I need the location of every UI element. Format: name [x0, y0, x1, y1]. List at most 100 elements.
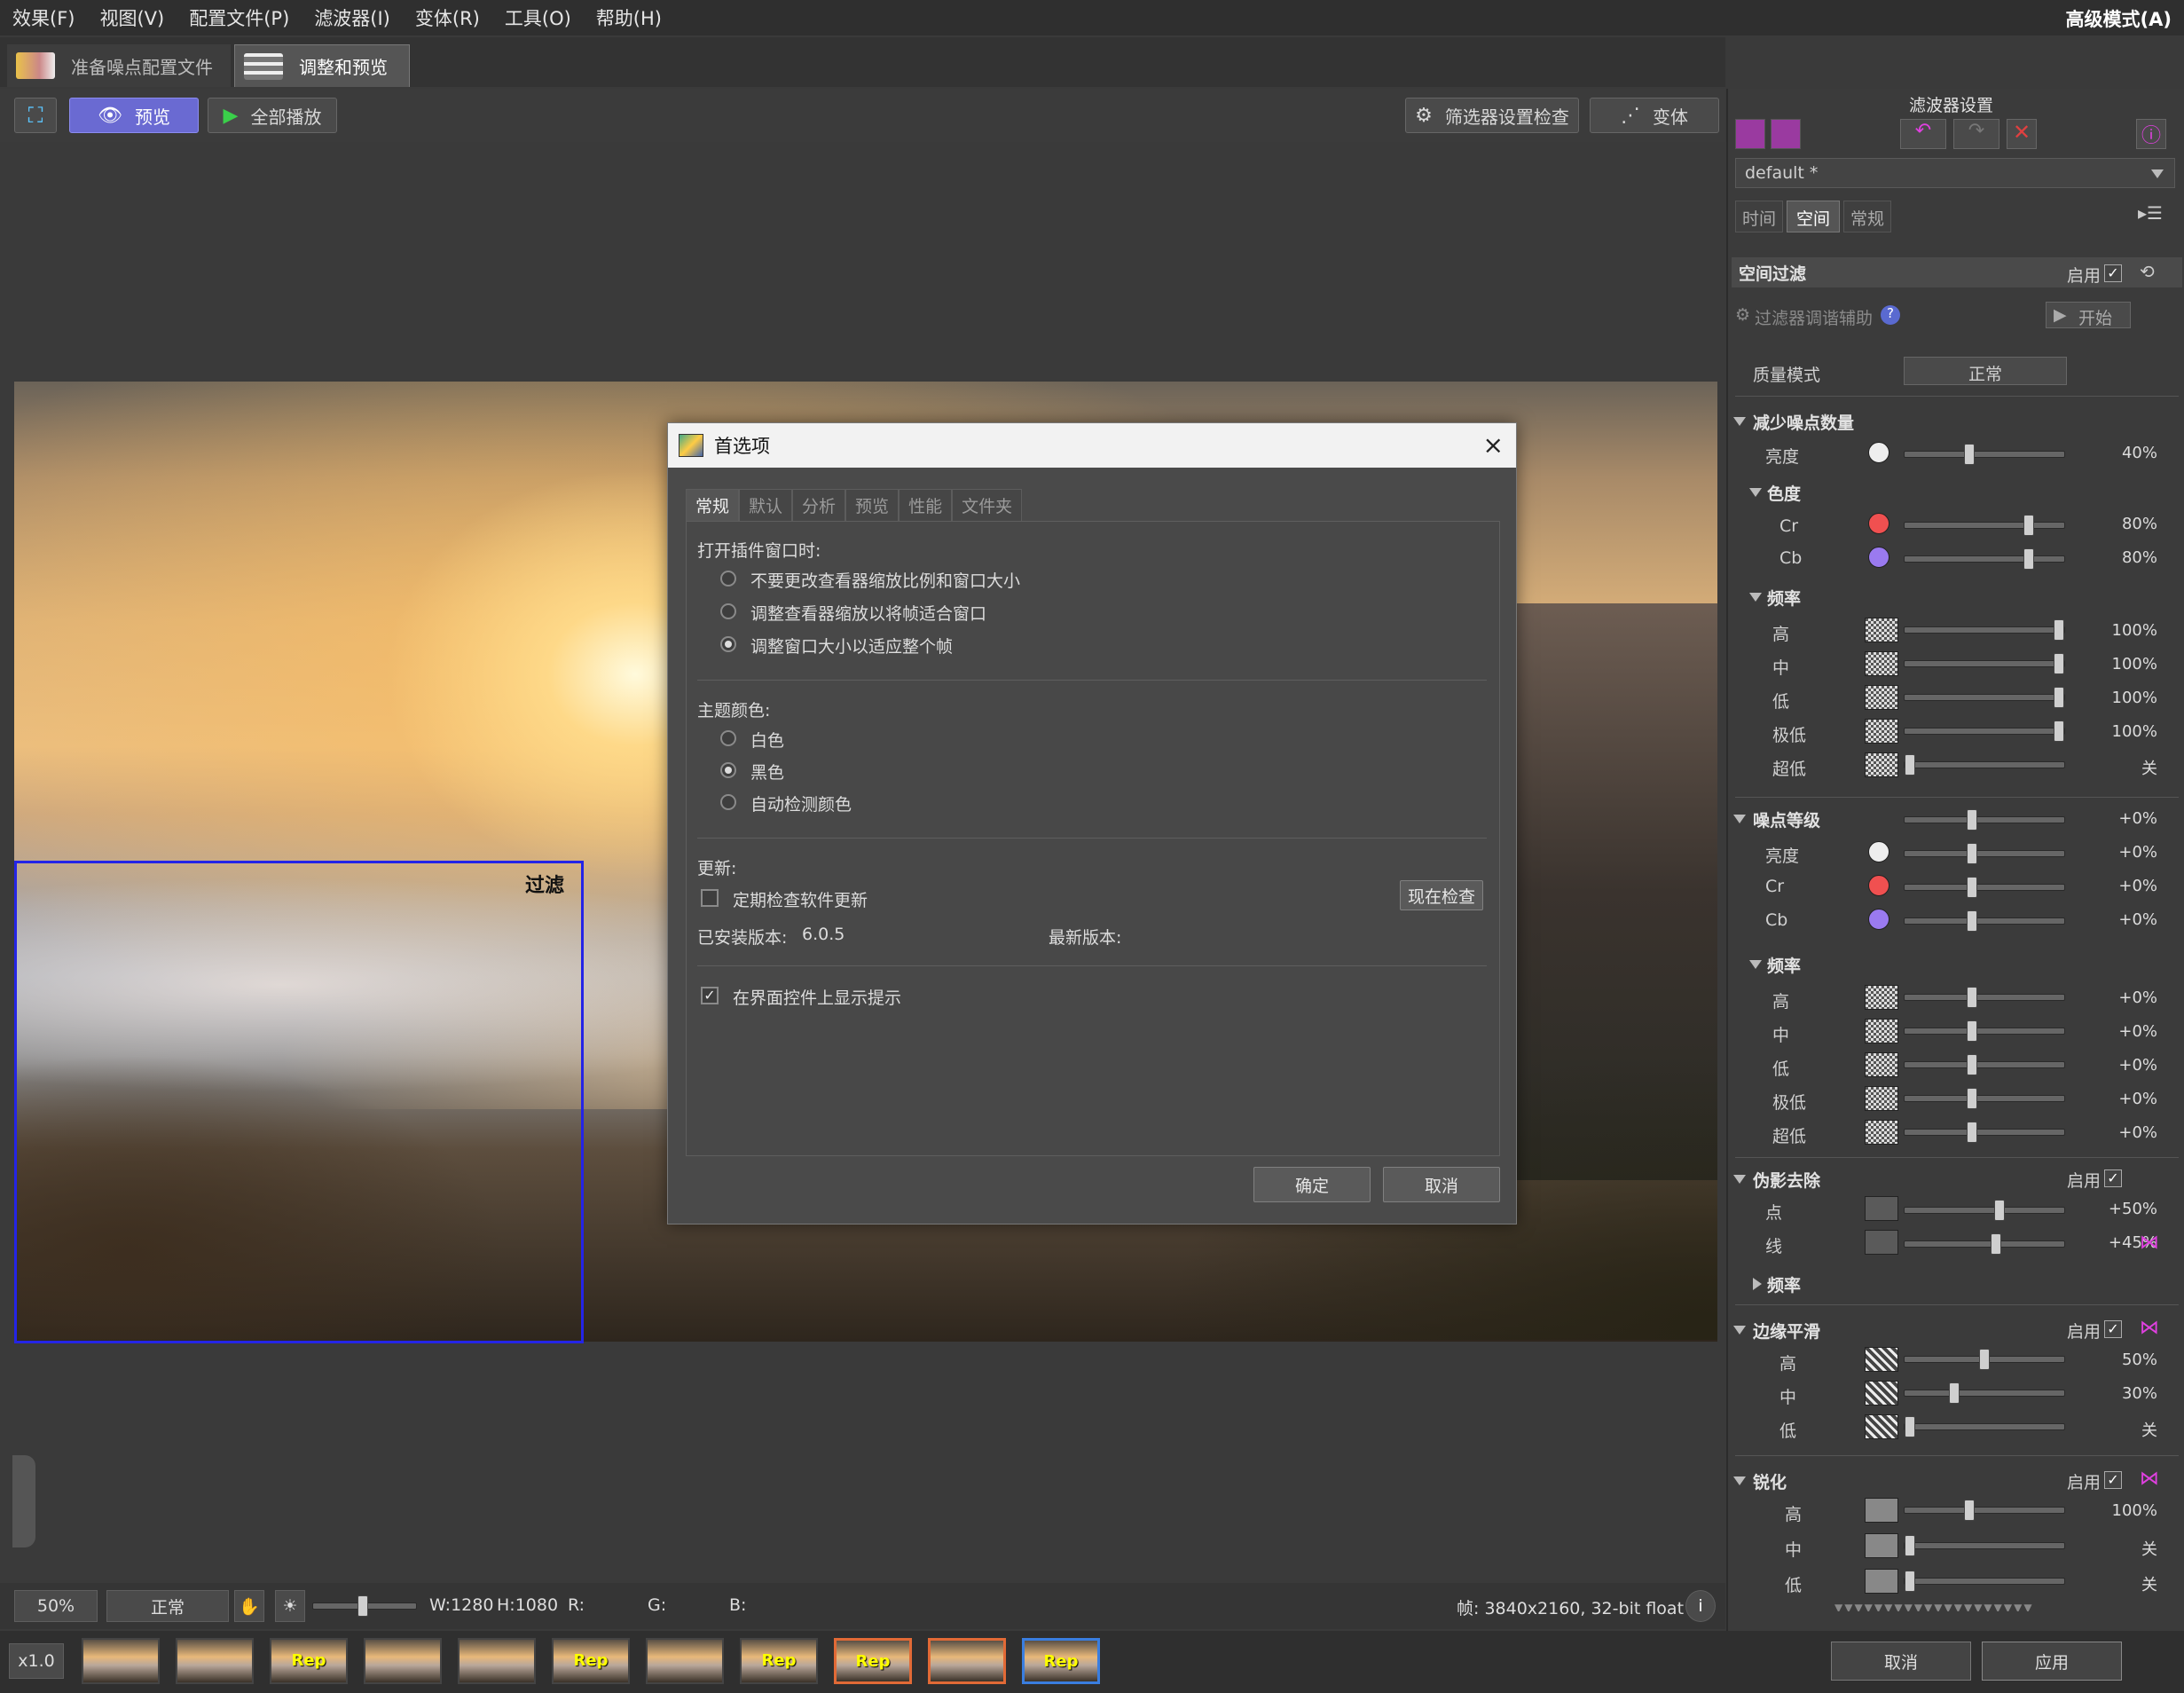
frame-thumbnail[interactable]: Rep	[834, 1638, 912, 1684]
menu-view[interactable]: 视图(V)	[87, 4, 177, 31]
filter-region-box[interactable]	[14, 861, 584, 1343]
slider-knob[interactable]	[2054, 721, 2064, 742]
nr-freq-slider[interactable]	[1904, 721, 2065, 742]
panel-menu-icon[interactable]: ▸☰	[2138, 202, 2163, 224]
sharpen-enable-checkbox[interactable]: ✓	[2104, 1471, 2122, 1489]
tab-prepare-profile[interactable]: 准备噪点配置文件	[7, 44, 231, 87]
theme-radio-black[interactable]	[720, 762, 736, 778]
edge-enable-checkbox[interactable]: ✓	[2104, 1320, 2122, 1338]
menu-tools[interactable]: 工具(O)	[492, 4, 584, 31]
nl-row-slider[interactable]	[1904, 910, 2065, 932]
nl-freq-slider[interactable]	[1904, 1122, 2065, 1143]
nr-luma-slider[interactable]	[1904, 444, 2065, 465]
ok-button[interactable]: 确定	[1253, 1167, 1371, 1202]
info-icon[interactable]: ⓘ	[2136, 119, 2166, 149]
slider-knob[interactable]	[1905, 1416, 1915, 1437]
slider-knob[interactable]	[1949, 1382, 1960, 1404]
slider-knob[interactable]	[1967, 987, 1977, 1008]
start-assist-button[interactable]: ▶ 开始	[2046, 302, 2131, 328]
slider-knob[interactable]	[1993, 1200, 2005, 1221]
frame-thumbnail[interactable]	[364, 1638, 442, 1684]
nr-freq-slider[interactable]	[1904, 619, 2065, 641]
link-icon[interactable]: ⋈	[2140, 1317, 2159, 1339]
nl-freq-slider[interactable]	[1904, 1054, 2065, 1075]
theme-radio-white[interactable]	[720, 730, 736, 746]
slider-knob[interactable]	[1967, 843, 1977, 864]
collapse-icon[interactable]	[1749, 593, 1762, 602]
slider-knob[interactable]	[1964, 1500, 1976, 1521]
artifact-enable-checkbox[interactable]: ✓	[2104, 1169, 2122, 1187]
sharpen-slider[interactable]	[1904, 1500, 2065, 1521]
fit-view-button[interactable]: ⛶	[14, 98, 57, 133]
auto-check-checkbox[interactable]	[701, 889, 719, 907]
slider-knob[interactable]	[1967, 1020, 1977, 1042]
slider-knob[interactable]	[2054, 619, 2064, 641]
reset-icon[interactable]: ⟲	[2140, 261, 2155, 282]
edge-slider[interactable]	[1904, 1416, 2065, 1437]
ptab-temporal[interactable]: 时间	[1735, 201, 1783, 232]
panel-cancel-button[interactable]: 取消	[1831, 1642, 1971, 1681]
undo-icon[interactable]: ↶	[1900, 119, 1946, 149]
nr-freq-slider[interactable]	[1904, 754, 2065, 776]
open-option-radio-1[interactable]	[720, 603, 736, 619]
menu-help[interactable]: 帮助(H)	[584, 4, 674, 31]
frame-thumbnail[interactable]: Rep	[552, 1638, 630, 1684]
edge-slider[interactable]	[1904, 1349, 2065, 1370]
collapse-icon[interactable]	[1733, 1175, 1746, 1184]
slider-knob[interactable]	[1905, 1571, 1915, 1592]
dtab-general[interactable]: 常规	[686, 489, 740, 521]
apply-button[interactable]: 应用	[1982, 1642, 2122, 1681]
slider-knob[interactable]	[2054, 653, 2064, 674]
open-option-radio-2[interactable]	[720, 636, 736, 652]
close-icon[interactable]: ×	[1483, 430, 1504, 460]
brightness-slider[interactable]	[312, 1595, 417, 1617]
open-folder-icon[interactable]	[1735, 119, 1765, 149]
slider-knob[interactable]	[1967, 910, 1977, 932]
slider-knob[interactable]	[1964, 444, 1976, 465]
slider-knob[interactable]	[1967, 877, 1977, 898]
frame-thumbnail[interactable]	[82, 1638, 160, 1684]
noise-level-slider[interactable]	[1904, 809, 2065, 831]
slider-knob[interactable]	[357, 1595, 368, 1617]
dtab-folders[interactable]: 文件夹	[952, 489, 1023, 521]
frame-thumbnail[interactable]	[176, 1638, 254, 1684]
nl-freq-slider[interactable]	[1904, 1020, 2065, 1042]
nr-freq-slider[interactable]	[1904, 653, 2065, 674]
frame-thumbnail[interactable]	[928, 1638, 1006, 1684]
slider-knob[interactable]	[1967, 1054, 1977, 1075]
view-mode-dropdown[interactable]: 正常	[106, 1590, 229, 1622]
preview-button[interactable]: 👁 预览	[69, 98, 199, 133]
collapse-icon[interactable]	[1749, 488, 1762, 497]
collapse-icon[interactable]	[1733, 417, 1746, 426]
advanced-mode-toggle[interactable]: 高级模式(A)	[2066, 5, 2172, 32]
art-line-slider[interactable]	[1904, 1233, 2065, 1255]
slider-knob[interactable]	[1905, 1535, 1915, 1556]
tooltips-checkbox[interactable]: ✓	[701, 987, 719, 1004]
collapse-icon[interactable]	[1749, 960, 1762, 969]
dtab-preview[interactable]: 预览	[845, 489, 900, 521]
frame-thumbnail[interactable]	[458, 1638, 536, 1684]
nr-cr-slider[interactable]	[1904, 515, 2065, 536]
nr-cb-slider[interactable]	[1904, 548, 2065, 570]
sharpen-slider[interactable]	[1904, 1535, 2065, 1556]
expand-icon[interactable]	[1753, 1278, 1762, 1290]
nl-row-slider[interactable]	[1904, 843, 2065, 864]
play-all-button[interactable]: ▶ 全部播放	[208, 98, 337, 133]
menu-profile[interactable]: 配置文件(P)	[177, 4, 302, 31]
check-now-button[interactable]: 现在检查	[1400, 880, 1483, 910]
hand-icon[interactable]: ✋	[234, 1590, 264, 1622]
dtab-analysis[interactable]: 分析	[792, 489, 846, 521]
edge-slider[interactable]	[1904, 1382, 2065, 1404]
link-icon[interactable]: ⋈	[2140, 1232, 2159, 1254]
cancel-button[interactable]: 取消	[1383, 1167, 1500, 1202]
collapse-icon[interactable]	[1733, 1476, 1746, 1485]
slider-knob[interactable]	[1967, 1122, 1977, 1143]
delete-icon[interactable]: ✕	[2007, 119, 2037, 149]
nr-freq-slider[interactable]	[1904, 687, 2065, 708]
filter-check-button[interactable]: ⚙ 筛选器设置检查	[1405, 98, 1579, 133]
quality-dropdown[interactable]: 正常	[1904, 357, 2067, 385]
slider-knob[interactable]	[1905, 754, 1915, 776]
nl-row-slider[interactable]	[1904, 877, 2065, 898]
slider-knob[interactable]	[1967, 809, 1977, 831]
menu-effects[interactable]: 效果(F)	[0, 4, 87, 31]
